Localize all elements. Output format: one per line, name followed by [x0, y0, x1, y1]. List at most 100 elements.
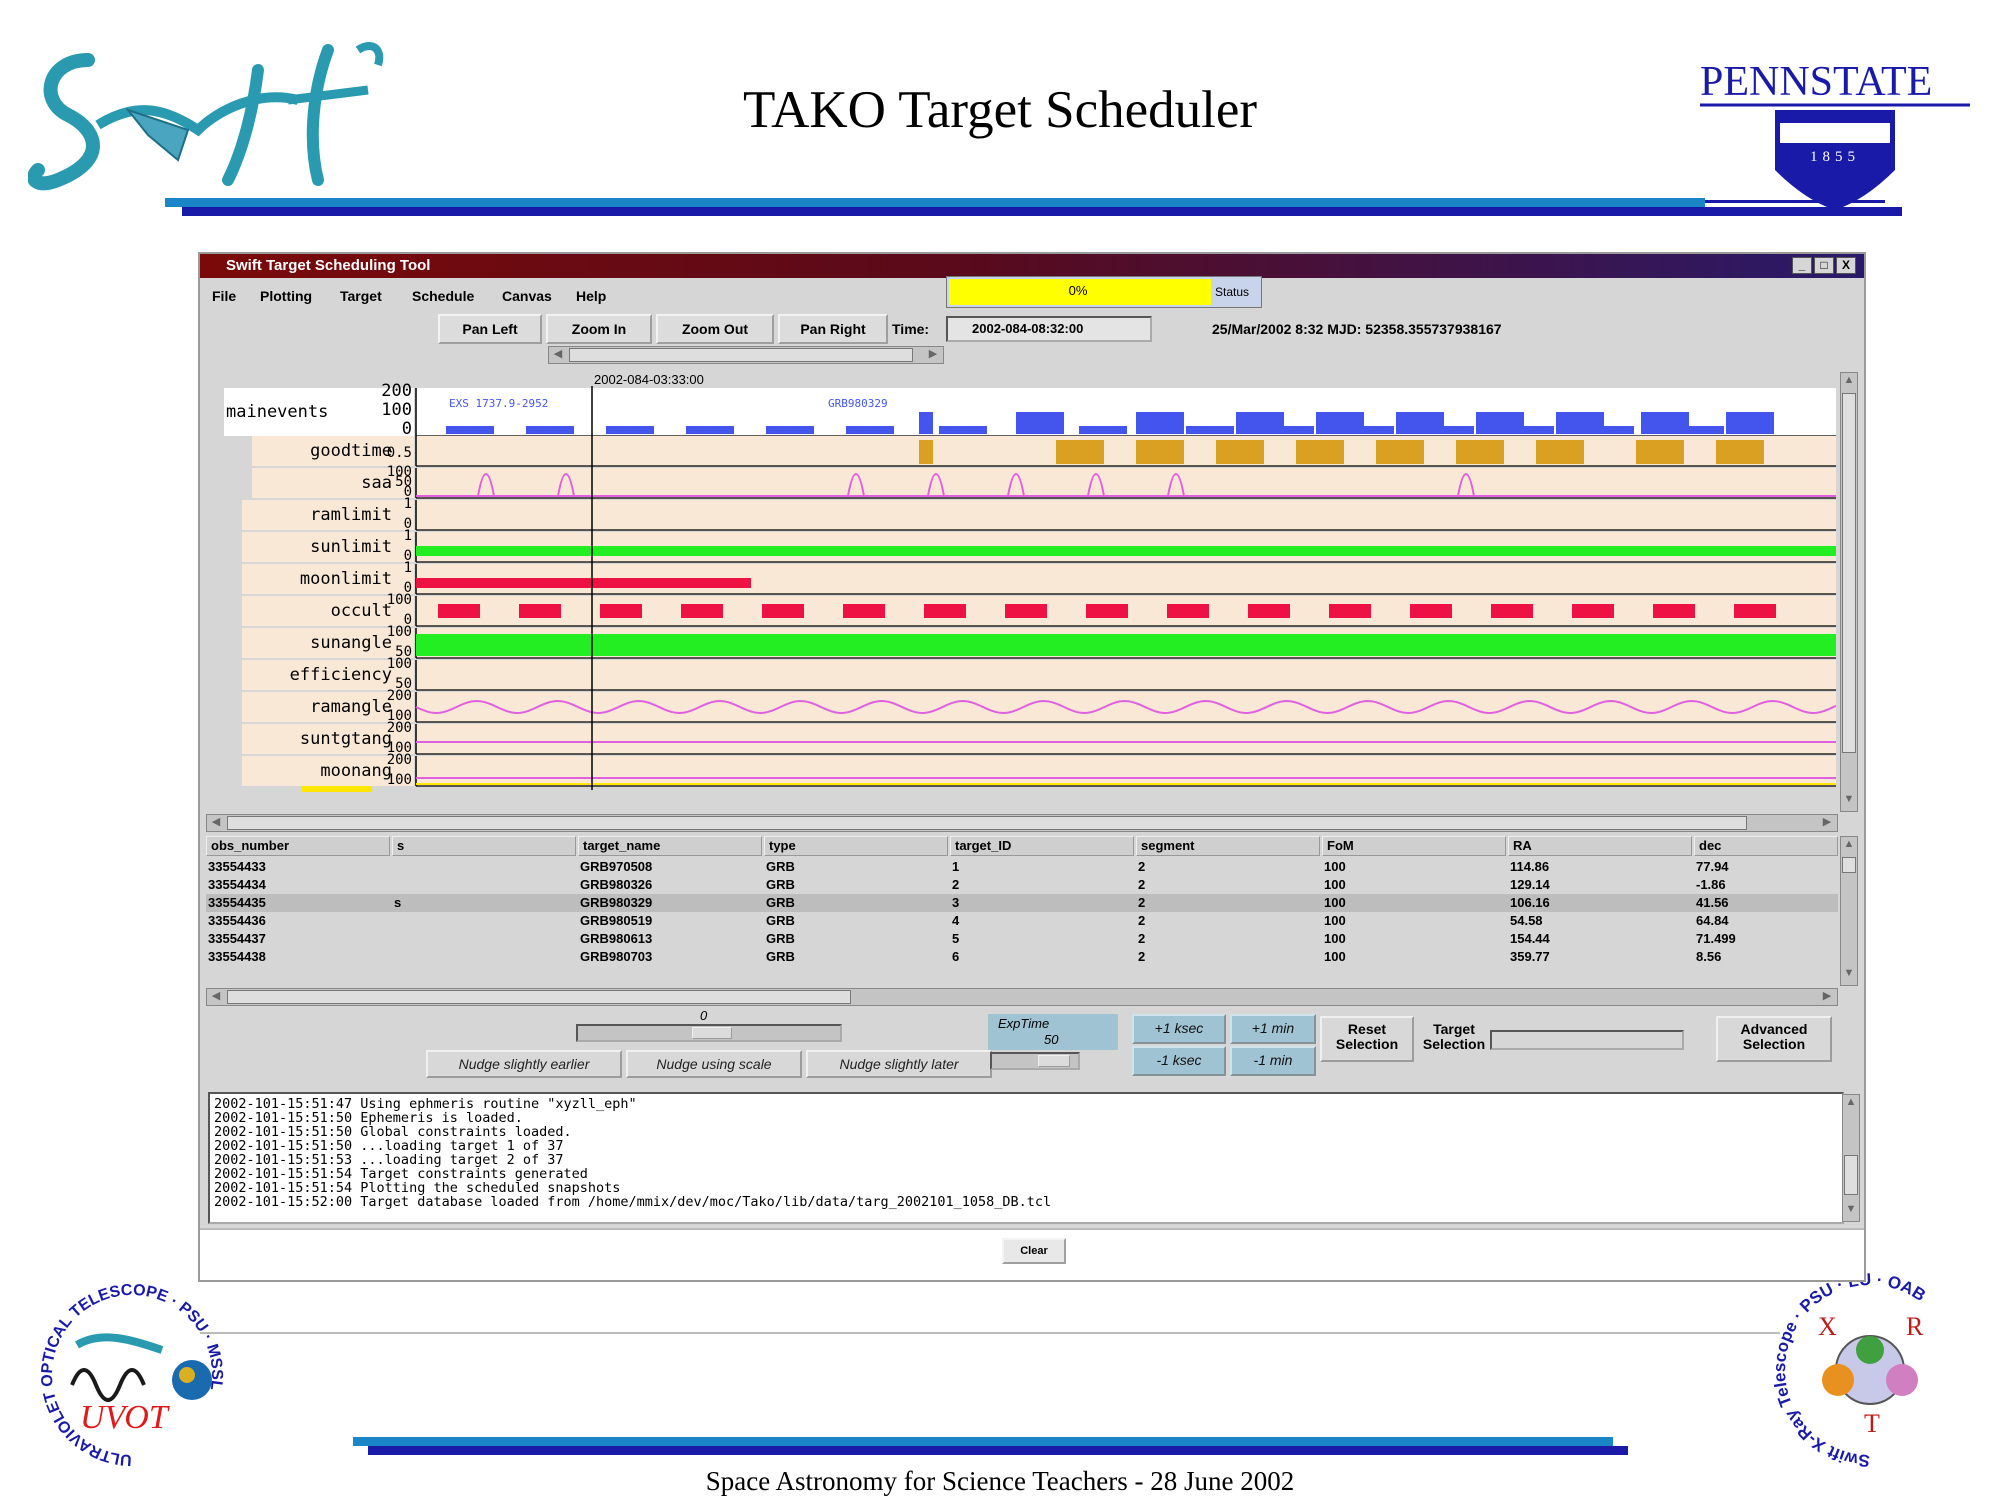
column-header-s[interactable]: s: [392, 836, 576, 856]
timeline-plot[interactable]: mainevents 200 100 0 goodtime 0.5 saa 100 50 0 ram…: [224, 372, 1836, 812]
row-label-mainevents: mainevents: [226, 402, 328, 422]
scroll-left-icon[interactable]: ◀: [550, 348, 566, 362]
footer-rule-bottom: [368, 1446, 1628, 1455]
zoom-out-button[interactable]: Zoom Out: [656, 314, 774, 344]
plot-hscroll-thumb[interactable]: [227, 816, 1747, 830]
zoom-in-button[interactable]: Zoom In: [546, 314, 652, 344]
table-cell-dec: 41.56: [1696, 895, 1729, 910]
menu-schedule[interactable]: Schedule: [412, 288, 474, 304]
time-scrollbar[interactable]: ◀ ▶: [548, 346, 944, 364]
target-selection-input[interactable]: [1490, 1030, 1684, 1050]
table-vscrollbar[interactable]: ▲ ▼: [1840, 836, 1858, 986]
target-table[interactable]: obs_number s target_name type target_ID segme…: [206, 836, 1838, 984]
time-scroll-thumb[interactable]: [569, 348, 913, 362]
table-cell-obs-number: 33554438: [208, 949, 266, 964]
event-bar: [1186, 426, 1234, 434]
nudge-later-button[interactable]: Nudge slightly later: [806, 1050, 992, 1078]
occult-bar: [924, 604, 966, 618]
maximize-button[interactable]: □: [1814, 257, 1834, 274]
nudge-earlier-button[interactable]: Nudge slightly earlier: [426, 1050, 622, 1078]
table-cell-fom: 100: [1324, 877, 1346, 892]
event-bar: [939, 426, 987, 434]
minimize-button[interactable]: _: [1792, 257, 1812, 274]
cursor-time-label: 2002-084-03:33:00: [594, 372, 704, 387]
column-header-segment[interactable]: segment: [1136, 836, 1320, 856]
menu-plotting[interactable]: Plotting: [260, 288, 312, 304]
event-bar: [766, 426, 814, 434]
minus-ksec-button[interactable]: -1 ksec: [1132, 1046, 1226, 1076]
column-header-ra[interactable]: RA: [1508, 836, 1692, 856]
sunangle-bar: [416, 634, 1836, 656]
scroll-left-icon[interactable]: ◀: [208, 990, 224, 1004]
table-cell-segment: 2: [1138, 895, 1146, 910]
column-header-fom[interactable]: FoM: [1322, 836, 1506, 856]
column-header-target-name[interactable]: target_name: [578, 836, 762, 856]
time-input[interactable]: 2002-084-08:32:00: [946, 316, 1152, 342]
table-vscroll-thumb[interactable]: [1842, 857, 1856, 873]
column-header-obs-number[interactable]: obs_number: [206, 836, 390, 856]
nudge-slider-handle[interactable]: [692, 1027, 732, 1039]
pan-right-button[interactable]: Pan Right: [778, 314, 888, 344]
row-plot-bg: [416, 756, 1836, 786]
header-rule-top: [165, 198, 1705, 207]
column-header-dec[interactable]: dec: [1694, 836, 1838, 856]
column-header-type[interactable]: type: [764, 836, 948, 856]
plus-min-button[interactable]: +1 min: [1230, 1014, 1316, 1044]
occult-bar: [1572, 604, 1614, 618]
nudge-scale-button[interactable]: Nudge using scale: [626, 1050, 802, 1078]
table-row[interactable]: 33554435 s GRB980329 GRB 3 2 100 106.16 41.56: [206, 894, 1838, 912]
nudge-slider[interactable]: [576, 1024, 842, 1042]
table-row[interactable]: 33554433 GRB970508 GRB 1 2 100 114.86 77.94: [206, 858, 1838, 876]
menu-canvas[interactable]: Canvas: [502, 288, 552, 304]
menu-target[interactable]: Target: [340, 288, 382, 304]
table-row[interactable]: 33554434 GRB980326 GRB 2 2 100 129.14 -1.86: [206, 876, 1838, 894]
scroll-right-icon[interactable]: ▶: [1819, 990, 1835, 1004]
occult-bar: [1167, 604, 1209, 618]
row-label-sunangle: sunangle: [310, 633, 392, 653]
table-cell-fom: 100: [1324, 895, 1346, 910]
table-cell-ra: 54.58: [1510, 913, 1543, 928]
table-row[interactable]: 33554436 GRB980519 GRB 4 2 100 54.58 64.84: [206, 912, 1838, 930]
advanced-selection-button[interactable]: Advanced Selection: [1716, 1016, 1832, 1062]
menu-help[interactable]: Help: [576, 288, 606, 304]
row-label-sunlimit: sunlimit: [310, 537, 392, 557]
occult-bar: [438, 604, 480, 618]
swift-logo: [28, 42, 384, 191]
plot-vscroll-thumb[interactable]: [1842, 393, 1856, 753]
event-bar: [1266, 426, 1314, 434]
clear-button[interactable]: Clear: [1002, 1238, 1066, 1264]
menu-file[interactable]: File: [212, 288, 236, 304]
scroll-left-icon[interactable]: ◀: [208, 816, 224, 830]
scroll-up-icon[interactable]: ▲: [1844, 1096, 1858, 1112]
table-hscrollbar[interactable]: ◀ ▶: [206, 988, 1838, 1006]
table-hscroll-thumb[interactable]: [227, 990, 851, 1004]
plus-ksec-button[interactable]: +1 ksec: [1132, 1014, 1226, 1044]
window-titlebar[interactable]: Swift Target Scheduling Tool _ □ X: [200, 254, 1864, 278]
table-cell-obs-number: 33554434: [208, 877, 266, 892]
exptime-slider[interactable]: [990, 1052, 1080, 1070]
table-row[interactable]: 33554437 GRB980613 GRB 5 2 100 154.44 71.499: [206, 930, 1838, 948]
column-header-target-id[interactable]: target_ID: [950, 836, 1134, 856]
pan-left-button[interactable]: Pan Left: [438, 314, 542, 344]
plot-hscrollbar[interactable]: ◀ ▶: [206, 814, 1838, 832]
table-cell-target-name: GRB980703: [580, 949, 653, 964]
scroll-right-icon[interactable]: ▶: [1819, 816, 1835, 830]
scroll-down-icon[interactable]: ▼: [1844, 1203, 1858, 1219]
log-output[interactable]: 2002-101-15:51:47 Using ephmeris routine…: [208, 1092, 1844, 1224]
log-vscroll-thumb[interactable]: [1844, 1155, 1858, 1195]
table-row[interactable]: 33554438 GRB980703 GRB 6 2 100 359.77 8.56: [206, 948, 1838, 966]
scroll-up-icon[interactable]: ▲: [1842, 838, 1856, 854]
reset-selection-button[interactable]: Reset Selection: [1320, 1016, 1414, 1062]
log-vscrollbar[interactable]: ▲ ▼: [1842, 1094, 1860, 1222]
row-tick-label: 200: [387, 752, 412, 768]
scroll-up-icon[interactable]: ▲: [1842, 374, 1856, 390]
close-button[interactable]: X: [1836, 257, 1856, 274]
scroll-right-icon[interactable]: ▶: [925, 348, 941, 362]
row-tick-label: 100: [387, 624, 412, 640]
exptime-slider-handle[interactable]: [1038, 1055, 1070, 1067]
scroll-down-icon[interactable]: ▼: [1842, 967, 1856, 983]
timeline-canvas[interactable]: mainevents2001000goodtime0.5saa100500ram…: [224, 372, 1836, 812]
minus-min-button[interactable]: -1 min: [1230, 1046, 1316, 1076]
scroll-down-icon[interactable]: ▼: [1842, 793, 1856, 809]
plot-vscrollbar[interactable]: ▲ ▼: [1840, 372, 1858, 812]
